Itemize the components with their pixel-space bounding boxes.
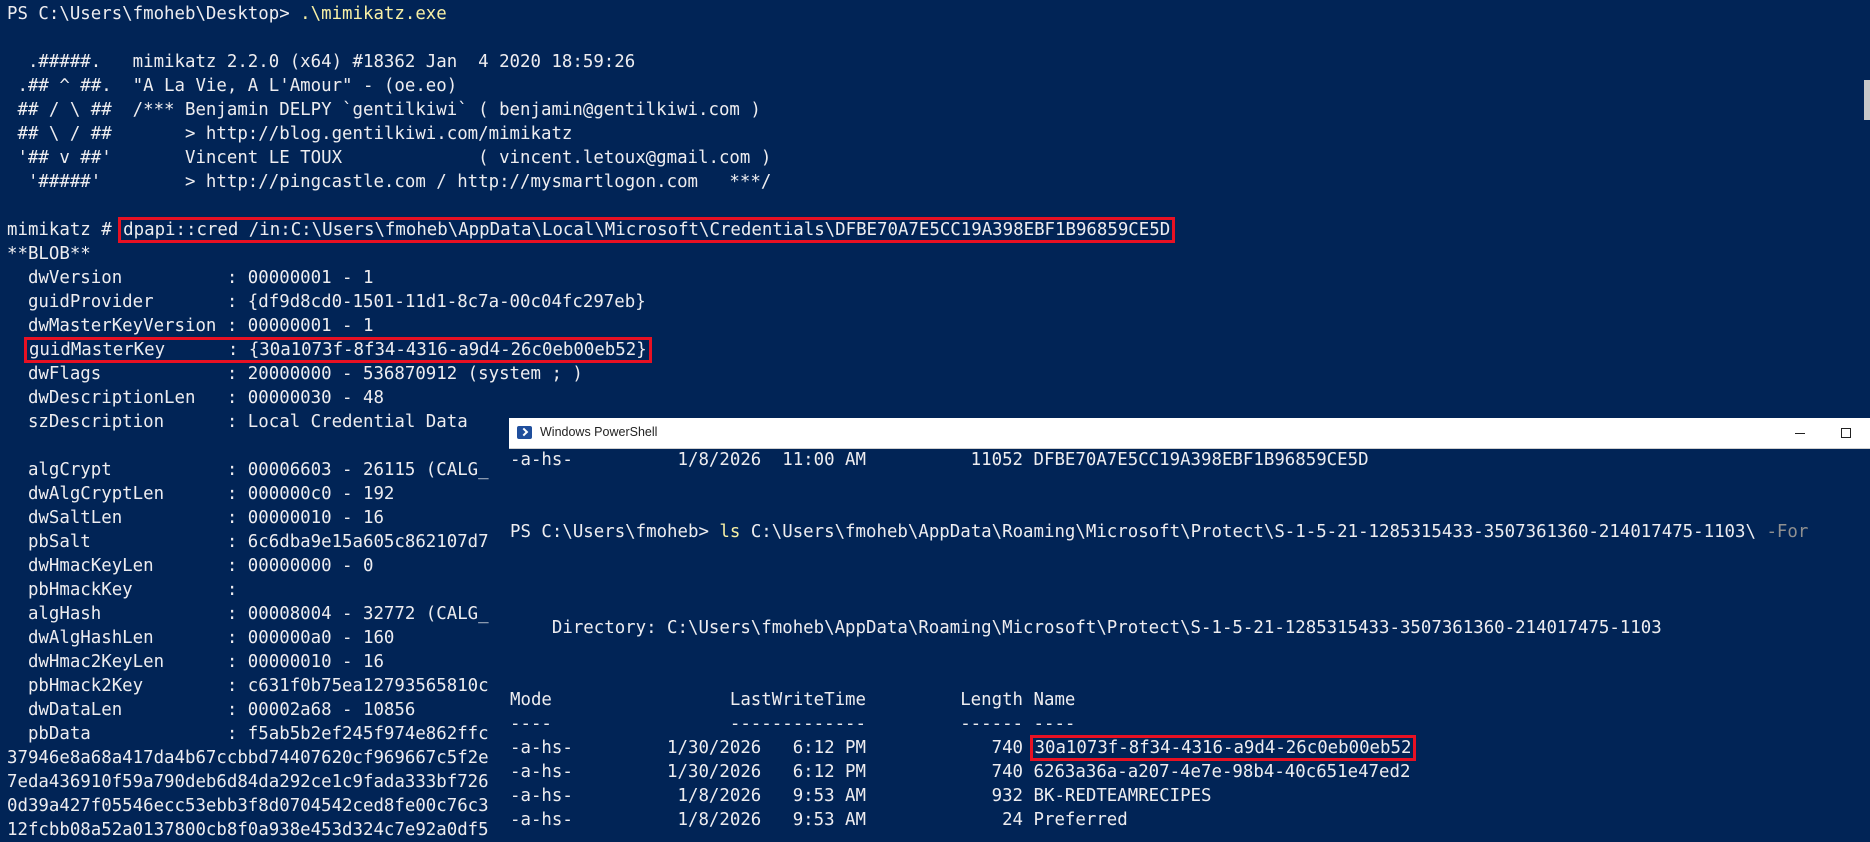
banner-line: ## / \ ## /*** Benjamin DELPY `gentilkiw… xyxy=(7,100,761,120)
desktop-prompt-line: PS C:\Users\fmoheb\Desktop> .\mimikatz.e… xyxy=(7,2,1175,26)
title-bar[interactable]: Windows PowerShell xyxy=(509,418,1870,449)
mimikatz-prompt: mimikatz # xyxy=(7,220,123,240)
powershell-console[interactable]: -a-hs- 1/8/2026 11:00 AM 11052 DFBE70A7E… xyxy=(510,448,1808,832)
listing-row: -a-hs- 1/30/2026 6:12 PM 740 30a1073f-8f… xyxy=(510,735,1808,761)
mimikatz-prompt-line: mimikatz # dpapi::cred /in:C:\Users\fmoh… xyxy=(7,217,1176,243)
banner-line: .## ^ ##. "A La Vie, A L'Amour" - (oe.eo… xyxy=(7,76,458,96)
desktop: { "bg_terminal": { "prompt": "PS C:\\Use… xyxy=(0,0,1870,840)
banner-line: ## \ / ## > http://blog.gentilkiwi.com/m… xyxy=(7,124,573,144)
master-key-file-highlight: 30a1073f-8f34-4316-a9d4-26c0eb00eb52 xyxy=(1029,735,1417,761)
guid-master-key-line: guidMasterKey : {30a1073f-8f34-4316-a9d4… xyxy=(7,337,1175,363)
blob-field: guidProvider : {df9d8cd0-1501-11d1-8c7a-… xyxy=(7,292,646,312)
listing-row: -a-hs- 1/8/2026 9:53 AM 24 Preferred xyxy=(510,810,1128,830)
desktop-prompt: PS C:\Users\fmoheb\Desktop> xyxy=(7,4,301,24)
maximize-button[interactable] xyxy=(1823,418,1869,448)
minimize-button[interactable] xyxy=(1777,418,1823,448)
listing-header: Mode LastWriteTime Length Name xyxy=(510,690,1076,710)
dpapi-cred-command-highlight: dpapi::cred /in:C:\Users\fmoheb\AppData\… xyxy=(118,217,1176,243)
ls-command: ls xyxy=(719,522,741,542)
powershell-app-icon xyxy=(517,426,532,439)
blob-field: dwVersion : 00000001 - 1 xyxy=(7,268,374,288)
blob-field: dwMasterKeyVersion : 00000001 - 1 xyxy=(7,316,374,336)
guid-master-key-highlight: guidMasterKey : {30a1073f-8f34-4316-a9d4… xyxy=(23,337,652,363)
blob-field: dwFlags : 20000000 - 536870912 (system ;… xyxy=(7,364,583,384)
blob-header: **BLOB** xyxy=(7,244,91,264)
ls-force-flag: -For xyxy=(1755,522,1809,542)
powershell-window[interactable]: Windows PowerShell -a-hs- 1/8/2026 11:00… xyxy=(509,418,1870,836)
listing-row: -a-hs- 1/8/2026 9:53 AM 932 BK-REDTEAMRE… xyxy=(510,786,1212,806)
listing-separator: ---- ------------- ------ ---- xyxy=(510,714,1076,734)
listing-line: -a-hs- 1/8/2026 11:00 AM 11052 DFBE70A7E… xyxy=(510,450,1369,470)
ls-path-argument: C:\Users\fmoheb\AppData\Roaming\Microsof… xyxy=(740,522,1756,542)
ps-prompt: PS C:\Users\fmoheb> xyxy=(510,522,720,542)
window-title: Windows PowerShell xyxy=(540,425,658,439)
banner-line: '#####' > http://pingcastle.com / http:/… xyxy=(7,172,772,192)
mimikatz-launch-command: .\mimikatz.exe xyxy=(300,4,447,24)
banner-line: .#####. mimikatz 2.2.0 (x64) #18362 Jan … xyxy=(7,52,636,72)
ls-prompt-line: PS C:\Users\fmoheb> ls C:\Users\fmoheb\A… xyxy=(510,520,1808,544)
listing-row-prefix: -a-hs- 1/30/2026 6:12 PM 740 xyxy=(510,738,1034,758)
blob-field: dwDescriptionLen : 00000030 - 48 xyxy=(7,388,384,408)
banner-line: '## v ##' Vincent LE TOUX ( vincent.leto… xyxy=(7,148,772,168)
scrollbar[interactable] xyxy=(1864,80,1870,120)
directory-line: Directory: C:\Users\fmoheb\AppData\Roami… xyxy=(510,618,1662,638)
listing-row: -a-hs- 1/30/2026 6:12 PM 740 6263a36a-a2… xyxy=(510,762,1411,782)
